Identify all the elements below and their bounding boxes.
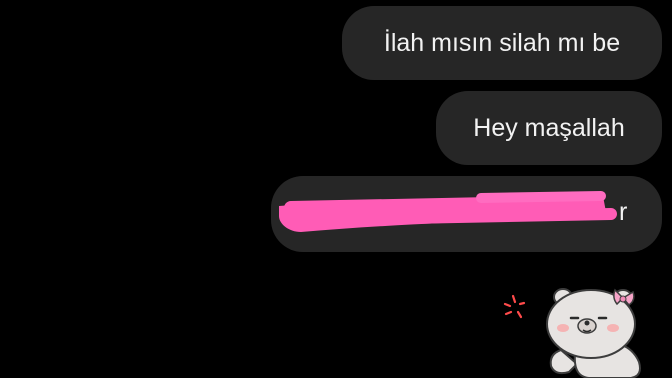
redaction-scribble: [279, 191, 617, 232]
message-bubble[interactable]: İlah mısın silah mı be: [342, 6, 662, 80]
redacted-message-bubble[interactable]: r: [271, 176, 662, 252]
chat-screen: İlah mısın silah mı be Hey maşallah r: [0, 0, 672, 378]
message-text: İlah mısın silah mı be: [383, 28, 621, 57]
message-text: Hey maşallah: [473, 113, 625, 142]
message-bubble[interactable]: Hey maşallah: [436, 91, 662, 165]
bear-sticker-icon[interactable]: [495, 284, 645, 378]
